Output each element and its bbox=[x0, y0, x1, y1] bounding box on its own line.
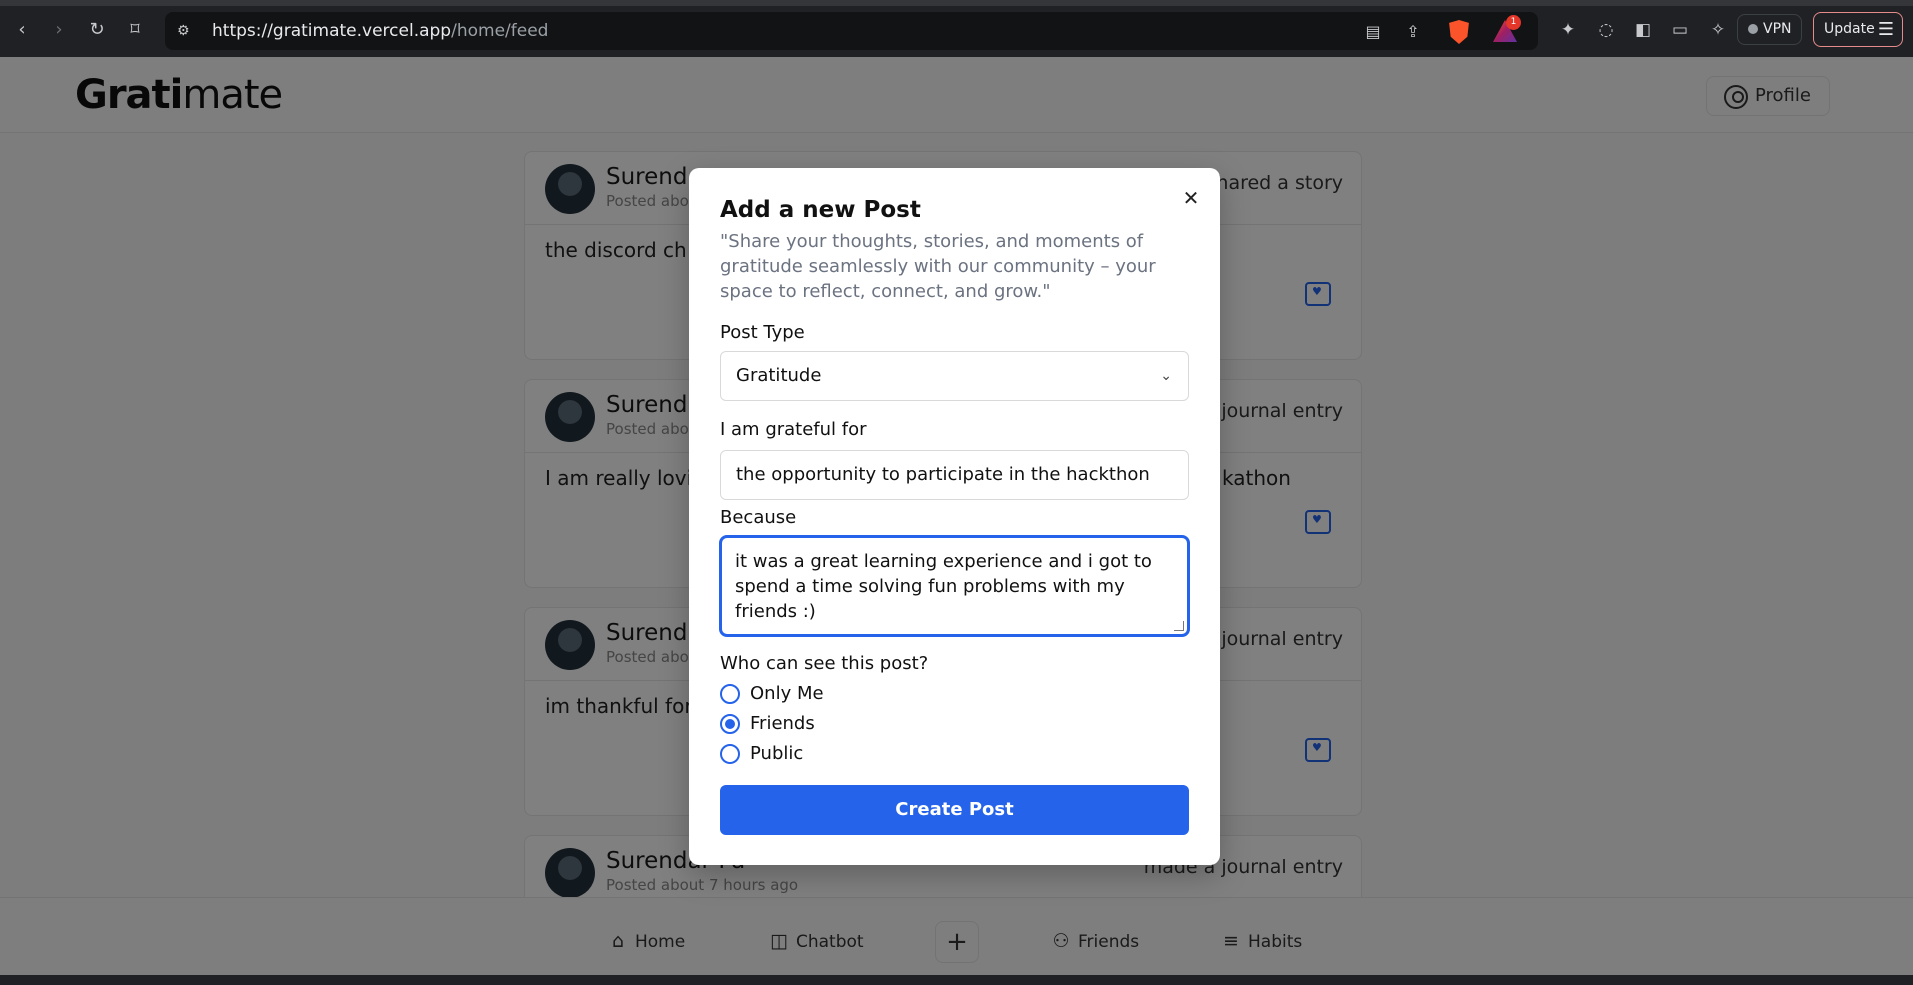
sidebar-icon[interactable]: ◧ bbox=[1632, 19, 1654, 41]
grateful-label: I am grateful for bbox=[720, 419, 867, 440]
vpn-button[interactable]: VPN bbox=[1737, 14, 1802, 45]
browser-toolbar: ‹ › ↻ ⌑ ⚙ https://gratimate.vercel.app/h… bbox=[0, 0, 1913, 57]
because-textarea[interactable]: it was a great learning experience and i… bbox=[719, 535, 1190, 637]
radio-selected-icon[interactable] bbox=[720, 714, 740, 734]
back-icon[interactable]: ‹ bbox=[11, 19, 33, 41]
wallet-icon[interactable]: ▭ bbox=[1669, 19, 1691, 41]
url-path: /home/feed bbox=[451, 21, 549, 41]
radio-icon[interactable] bbox=[720, 744, 740, 764]
url-host: https://gratimate.vercel.app bbox=[212, 21, 452, 41]
because-label: Because bbox=[720, 507, 797, 528]
tab-strip bbox=[0, 0, 1913, 6]
visibility-option-label: Only Me bbox=[750, 683, 824, 704]
extensions-icon[interactable]: ✦ bbox=[1557, 19, 1579, 41]
url-text[interactable]: https://gratimate.vercel.app/home/feed bbox=[212, 21, 548, 41]
vpn-status-icon bbox=[1748, 24, 1758, 34]
update-label: Update bbox=[1824, 21, 1875, 37]
rewards-badge: 1 bbox=[1506, 15, 1521, 30]
visibility-label: Who can see this post? bbox=[720, 653, 929, 674]
visibility-option-label: Friends bbox=[750, 713, 815, 734]
post-type-label: Post Type bbox=[720, 322, 805, 343]
chevron-down-icon: ⌄ bbox=[1160, 368, 1172, 384]
address-bar[interactable]: ⚙ https://gratimate.vercel.app/home/feed… bbox=[165, 12, 1538, 50]
post-type-select[interactable]: Gratitude ⌄ bbox=[720, 351, 1189, 401]
create-post-button[interactable]: Create Post bbox=[720, 785, 1189, 835]
resize-handle-icon[interactable] bbox=[1174, 621, 1184, 631]
close-icon[interactable]: ✕ bbox=[1180, 187, 1202, 209]
modal-description: "Share your thoughts, stories, and momen… bbox=[720, 231, 1156, 302]
leo-icon[interactable]: ◌ bbox=[1595, 19, 1617, 41]
reader-mode-icon[interactable]: ▤ bbox=[1362, 21, 1384, 43]
because-value: it was a great learning experience and i… bbox=[735, 551, 1152, 622]
visibility-option-public[interactable]: Public bbox=[720, 742, 803, 766]
share-icon[interactable]: ⇪ bbox=[1402, 21, 1424, 43]
bottom-edge bbox=[0, 975, 1913, 985]
ai-assistant-icon[interactable]: ✧ bbox=[1707, 19, 1729, 41]
modal-title: Add a new Post bbox=[720, 197, 921, 223]
vpn-label: VPN bbox=[1763, 21, 1792, 37]
add-post-modal: ✕ Add a new Post "Share your thoughts, s… bbox=[689, 168, 1220, 865]
post-type-value: Gratitude bbox=[736, 365, 822, 386]
visibility-option-only-me[interactable]: Only Me bbox=[720, 682, 824, 706]
grateful-input[interactable]: the opportunity to participate in the ha… bbox=[720, 450, 1189, 500]
update-button[interactable]: Update ☰ bbox=[1813, 12, 1903, 47]
menu-icon: ☰ bbox=[1877, 19, 1894, 40]
site-settings-icon[interactable]: ⚙ bbox=[177, 22, 195, 40]
visibility-option-label: Public bbox=[750, 743, 804, 764]
visibility-option-friends[interactable]: Friends bbox=[720, 712, 815, 736]
bookmark-icon[interactable]: ⌑ bbox=[124, 19, 146, 41]
reload-icon[interactable]: ↻ bbox=[86, 19, 108, 41]
radio-icon[interactable] bbox=[720, 684, 740, 704]
forward-icon[interactable]: › bbox=[48, 19, 70, 41]
